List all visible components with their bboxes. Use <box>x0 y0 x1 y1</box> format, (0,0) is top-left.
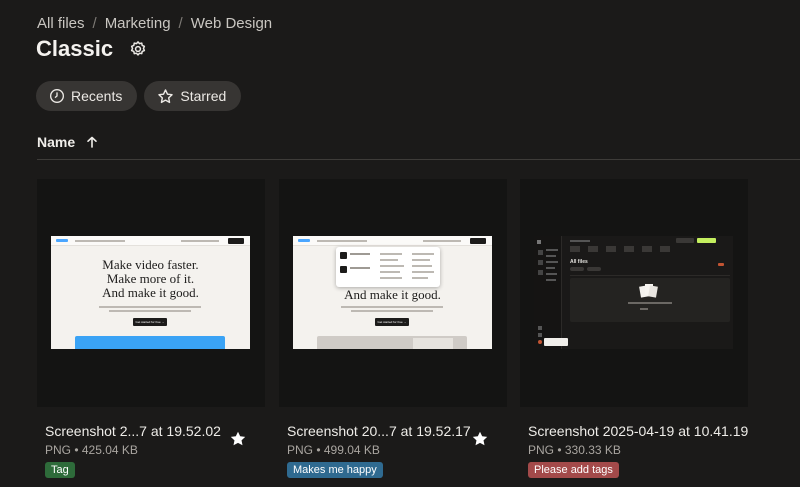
star-icon[interactable] <box>471 430 489 448</box>
name-column-header[interactable]: Name <box>37 134 98 150</box>
file-card[interactable]: And make it good. Get started for free →… <box>279 179 507 478</box>
star-icon[interactable] <box>229 430 247 448</box>
title-row: Classic <box>36 36 147 62</box>
gear-icon[interactable] <box>129 40 147 58</box>
file-card[interactable]: Make video faster. Make more of it. And … <box>37 179 265 478</box>
recents-label: Recents <box>71 88 123 104</box>
name-column-label: Name <box>37 134 76 150</box>
preview-headline-line: And make it good. <box>102 285 199 300</box>
file-thumbnail[interactable]: And make it good. Get started for free → <box>279 179 507 407</box>
filter-pills: Recents Starred <box>36 81 242 111</box>
file-tag[interactable]: Makes me happy <box>287 462 383 478</box>
breadcrumb-separator: / <box>178 15 183 32</box>
recents-button[interactable]: Recents <box>36 81 138 111</box>
file-tag[interactable]: Tag <box>45 462 75 478</box>
file-thumbnail[interactable]: Make video faster. Make more of it. And … <box>37 179 265 407</box>
file-meta: PNG • 330.33 KB <box>528 443 621 457</box>
preview-heading: All files <box>570 259 588 265</box>
clock-icon <box>50 89 64 103</box>
preview-cta-button: Get started for free → <box>133 318 167 326</box>
starred-button[interactable]: Starred <box>144 81 242 111</box>
screenshot-preview: Make video faster. Make more of it. And … <box>51 236 250 349</box>
sort-ascending-icon <box>86 136 98 148</box>
breadcrumb-marketing[interactable]: Marketing <box>105 15 171 32</box>
breadcrumb-all-files[interactable]: All files <box>37 15 85 32</box>
preview-cta-button: Get started for free → <box>375 318 409 326</box>
file-card[interactable]: All files Screenshot 2025-04-19 at 10.41… <box>520 179 748 478</box>
file-tag[interactable]: Please add tags <box>528 462 619 478</box>
breadcrumb: All files / Marketing / Web Design <box>37 15 272 32</box>
preview-headline-line: Make more of it. <box>106 271 195 286</box>
breadcrumb-web-design[interactable]: Web Design <box>191 15 272 32</box>
file-thumbnail[interactable]: All files <box>520 179 748 407</box>
file-name[interactable]: Screenshot 2025-04-19 at 10.41.19 <box>528 423 748 439</box>
preview-headline-line: And make it good. <box>344 287 441 302</box>
starred-label: Starred <box>180 88 227 104</box>
screenshot-preview: All files <box>534 236 733 349</box>
page-title: Classic <box>36 36 114 61</box>
preview-headline-line: Make video faster. <box>102 257 199 272</box>
header-divider <box>37 159 800 160</box>
star-outline-icon <box>158 88 174 103</box>
screenshot-preview: And make it good. Get started for free → <box>293 236 492 349</box>
breadcrumb-separator: / <box>92 15 97 32</box>
